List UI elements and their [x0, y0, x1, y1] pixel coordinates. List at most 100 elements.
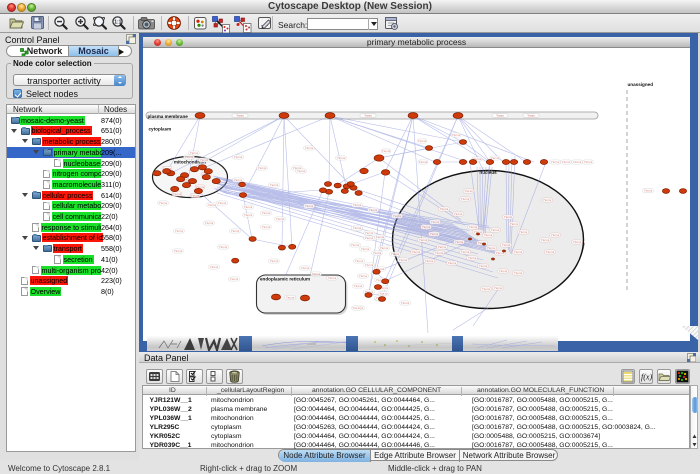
- svg-text:f(x): f(x): [641, 373, 652, 382]
- svg-text:Yxx:xx: Yxx:xx: [262, 211, 271, 215]
- svg-text:Yxx:xx: Yxx:xx: [208, 203, 217, 207]
- svg-text:Yxx:xx: Yxx:xx: [455, 240, 464, 244]
- svg-text:Yxx:xx: Yxx:xx: [464, 189, 473, 193]
- svg-text:Yxx:xx: Yxx:xx: [219, 245, 228, 249]
- svg-text:Yxx:xx: Yxx:xx: [365, 236, 374, 240]
- svg-text:Yxx:xx: Yxx:xx: [573, 240, 582, 244]
- svg-text:Yxx:xx: Yxx:xx: [422, 225, 431, 229]
- svg-text:Yxx:xx: Yxx:xx: [218, 201, 227, 205]
- svg-text:Yxx:xx: Yxx:xx: [234, 178, 243, 182]
- svg-text:Yxx:xx: Yxx:xx: [510, 222, 519, 226]
- svg-text:Yxx:xx: Yxx:xx: [573, 160, 582, 164]
- svg-text:Yxx:xx: Yxx:xx: [305, 204, 314, 208]
- svg-text:Yxx:xx: Yxx:xx: [234, 155, 243, 159]
- svg-text:Yxx:xx: Yxx:xx: [352, 306, 361, 310]
- svg-text:Yxx:xx: Yxx:xx: [562, 160, 571, 164]
- svg-text:Yxx:xx: Yxx:xx: [418, 139, 427, 143]
- svg-text:Yxxxx: Yxxxx: [527, 114, 535, 118]
- svg-text:Yxx:xx: Yxx:xx: [461, 250, 470, 254]
- svg-text:Yxx:xx: Yxx:xx: [393, 214, 402, 218]
- svg-text:Yxx:xx: Yxx:xx: [546, 250, 555, 254]
- svg-text:Yxx:xx: Yxx:xx: [469, 225, 478, 229]
- svg-text:Yxx:xx: Yxx:xx: [276, 217, 285, 221]
- svg-text:Yxx:xx: Yxx:xx: [514, 271, 523, 275]
- svg-text:Yxx:xx: Yxx:xx: [484, 233, 493, 237]
- svg-text:Yxx:xx: Yxx:xx: [270, 183, 279, 187]
- svg-text:Yxx:xx: Yxx:xx: [230, 277, 239, 281]
- svg-text:Yxx:xx: Yxx:xx: [365, 263, 374, 267]
- svg-text:Yxx:xx: Yxx:xx: [440, 207, 449, 211]
- svg-text:Yxx:xx: Yxx:xx: [301, 266, 310, 270]
- svg-text:Yxxxx: Yxxxx: [364, 114, 372, 118]
- svg-text:Yxx:xx: Yxx:xx: [551, 160, 560, 164]
- svg-text:Yxx:xx: Yxx:xx: [376, 235, 385, 239]
- svg-text:Yxx:xx: Yxx:xx: [373, 251, 382, 255]
- svg-text:Yxx:xx: Yxx:xx: [419, 160, 428, 164]
- svg-text:Yxx:xx: Yxx:xx: [173, 192, 182, 196]
- svg-text:Yxx:xx: Yxx:xx: [355, 259, 364, 263]
- svg-text:Yxx:xx: Yxx:xx: [499, 269, 508, 273]
- svg-text:Yxx:xx: Yxx:xx: [353, 203, 362, 207]
- svg-text:Yxx:xx: Yxx:xx: [286, 296, 295, 300]
- svg-text:Yxx:xx: Yxx:xx: [514, 250, 523, 254]
- svg-text:Yxx:xx: Yxx:xx: [468, 256, 477, 260]
- svg-text:Yxx:xx: Yxx:xx: [487, 246, 496, 250]
- svg-text:Yxx:xx: Yxx:xx: [382, 149, 391, 153]
- svg-text:cytoplasm: cytoplasm: [149, 127, 172, 132]
- svg-text:Yxx:xx: Yxx:xx: [401, 301, 410, 305]
- svg-text:Yxx:xx: Yxx:xx: [431, 220, 440, 224]
- svg-text:Yxx:xx: Yxx:xx: [482, 287, 491, 291]
- svg-text:Yxx:xx: Yxx:xx: [174, 249, 183, 253]
- svg-text:Yxx:xx: Yxx:xx: [244, 205, 253, 209]
- svg-text:Yxx:xx: Yxx:xx: [359, 274, 368, 278]
- svg-text:Yxx:xx: Yxx:xx: [175, 229, 184, 233]
- svg-text:Yxx:xx: Yxx:xx: [353, 226, 362, 230]
- svg-text:Yxxxx: Yxxxx: [496, 114, 504, 118]
- svg-text:Yxx:xx: Yxx:xx: [543, 198, 552, 202]
- svg-text:Yxx:xx: Yxx:xx: [412, 250, 421, 254]
- svg-text:Yxx:xx: Yxx:xx: [365, 231, 374, 235]
- svg-text:Yxx:xx: Yxx:xx: [504, 215, 513, 219]
- svg-text:Yxx:xx: Yxx:xx: [262, 225, 271, 229]
- svg-text:Yxx:xx: Yxx:xx: [461, 197, 470, 201]
- svg-text:Yxx:xx: Yxx:xx: [454, 212, 463, 216]
- svg-text:Yxx:xx: Yxx:xx: [312, 272, 321, 276]
- svg-text:Yxx:xx: Yxx:xx: [425, 259, 434, 263]
- svg-text:Yxx:xx: Yxx:xx: [452, 133, 461, 137]
- svg-text:Yxx:xx: Yxx:xx: [519, 230, 528, 234]
- svg-text:Yxx:xx: Yxx:xx: [419, 238, 428, 242]
- svg-text:endoplasmic reticulum: endoplasmic reticulum: [260, 277, 310, 282]
- svg-text:Yxx:xx: Yxx:xx: [270, 259, 279, 263]
- svg-text:Yxx:xx: Yxx:xx: [369, 208, 378, 212]
- svg-text:Yxx:xx: Yxx:xx: [305, 146, 314, 150]
- svg-text:Yxx:xx: Yxx:xx: [297, 169, 306, 173]
- svg-text:Yxx:xx: Yxx:xx: [491, 228, 500, 232]
- svg-text:unassigned: unassigned: [628, 82, 654, 87]
- svg-text:Yxx:xx: Yxx:xx: [502, 243, 511, 247]
- svg-text:Yxx:xx: Yxx:xx: [430, 232, 439, 236]
- svg-text:Yxx:xx: Yxx:xx: [391, 252, 400, 256]
- svg-text:Yxx:xx: Yxx:xx: [380, 246, 389, 250]
- svg-text:Yxx:xx: Yxx:xx: [479, 264, 488, 268]
- svg-text:Yxxxx: Yxxxx: [236, 114, 244, 118]
- svg-text:Yxx:xx: Yxx:xx: [231, 229, 240, 233]
- svg-text:Yxx:xx: Yxx:xx: [379, 292, 388, 296]
- svg-text:Yxx:xx: Yxx:xx: [351, 243, 360, 247]
- svg-text:Yxx:xx: Yxx:xx: [448, 261, 457, 265]
- svg-text:Yxx:xx: Yxx:xx: [354, 284, 363, 288]
- svg-text:plasma membrane: plasma membrane: [148, 114, 189, 119]
- svg-text:Yxx:xx: Yxx:xx: [159, 201, 168, 205]
- svg-text:Yxx:xx: Yxx:xx: [438, 245, 447, 249]
- svg-text:Yxx:xx: Yxx:xx: [399, 258, 408, 262]
- svg-text:Yxx:xx: Yxx:xx: [191, 194, 200, 198]
- svg-text:Yxx:xx: Yxx:xx: [210, 265, 219, 269]
- svg-text:Yxx:xx: Yxx:xx: [185, 155, 194, 159]
- svg-text:Yxx:xx: Yxx:xx: [328, 276, 337, 280]
- svg-text:Yxx:xx: Yxx:xx: [435, 251, 444, 255]
- svg-text:Yxx:xx: Yxx:xx: [541, 238, 550, 242]
- svg-text:Yxx:xx: Yxx:xx: [200, 158, 209, 162]
- svg-text:Yxx:xx: Yxx:xx: [551, 233, 560, 237]
- svg-text:Yxx:xx: Yxx:xx: [244, 213, 253, 217]
- svg-text:Yxx:xx: Yxx:xx: [258, 166, 267, 170]
- svg-text:Yxx:xx: Yxx:xx: [337, 156, 346, 160]
